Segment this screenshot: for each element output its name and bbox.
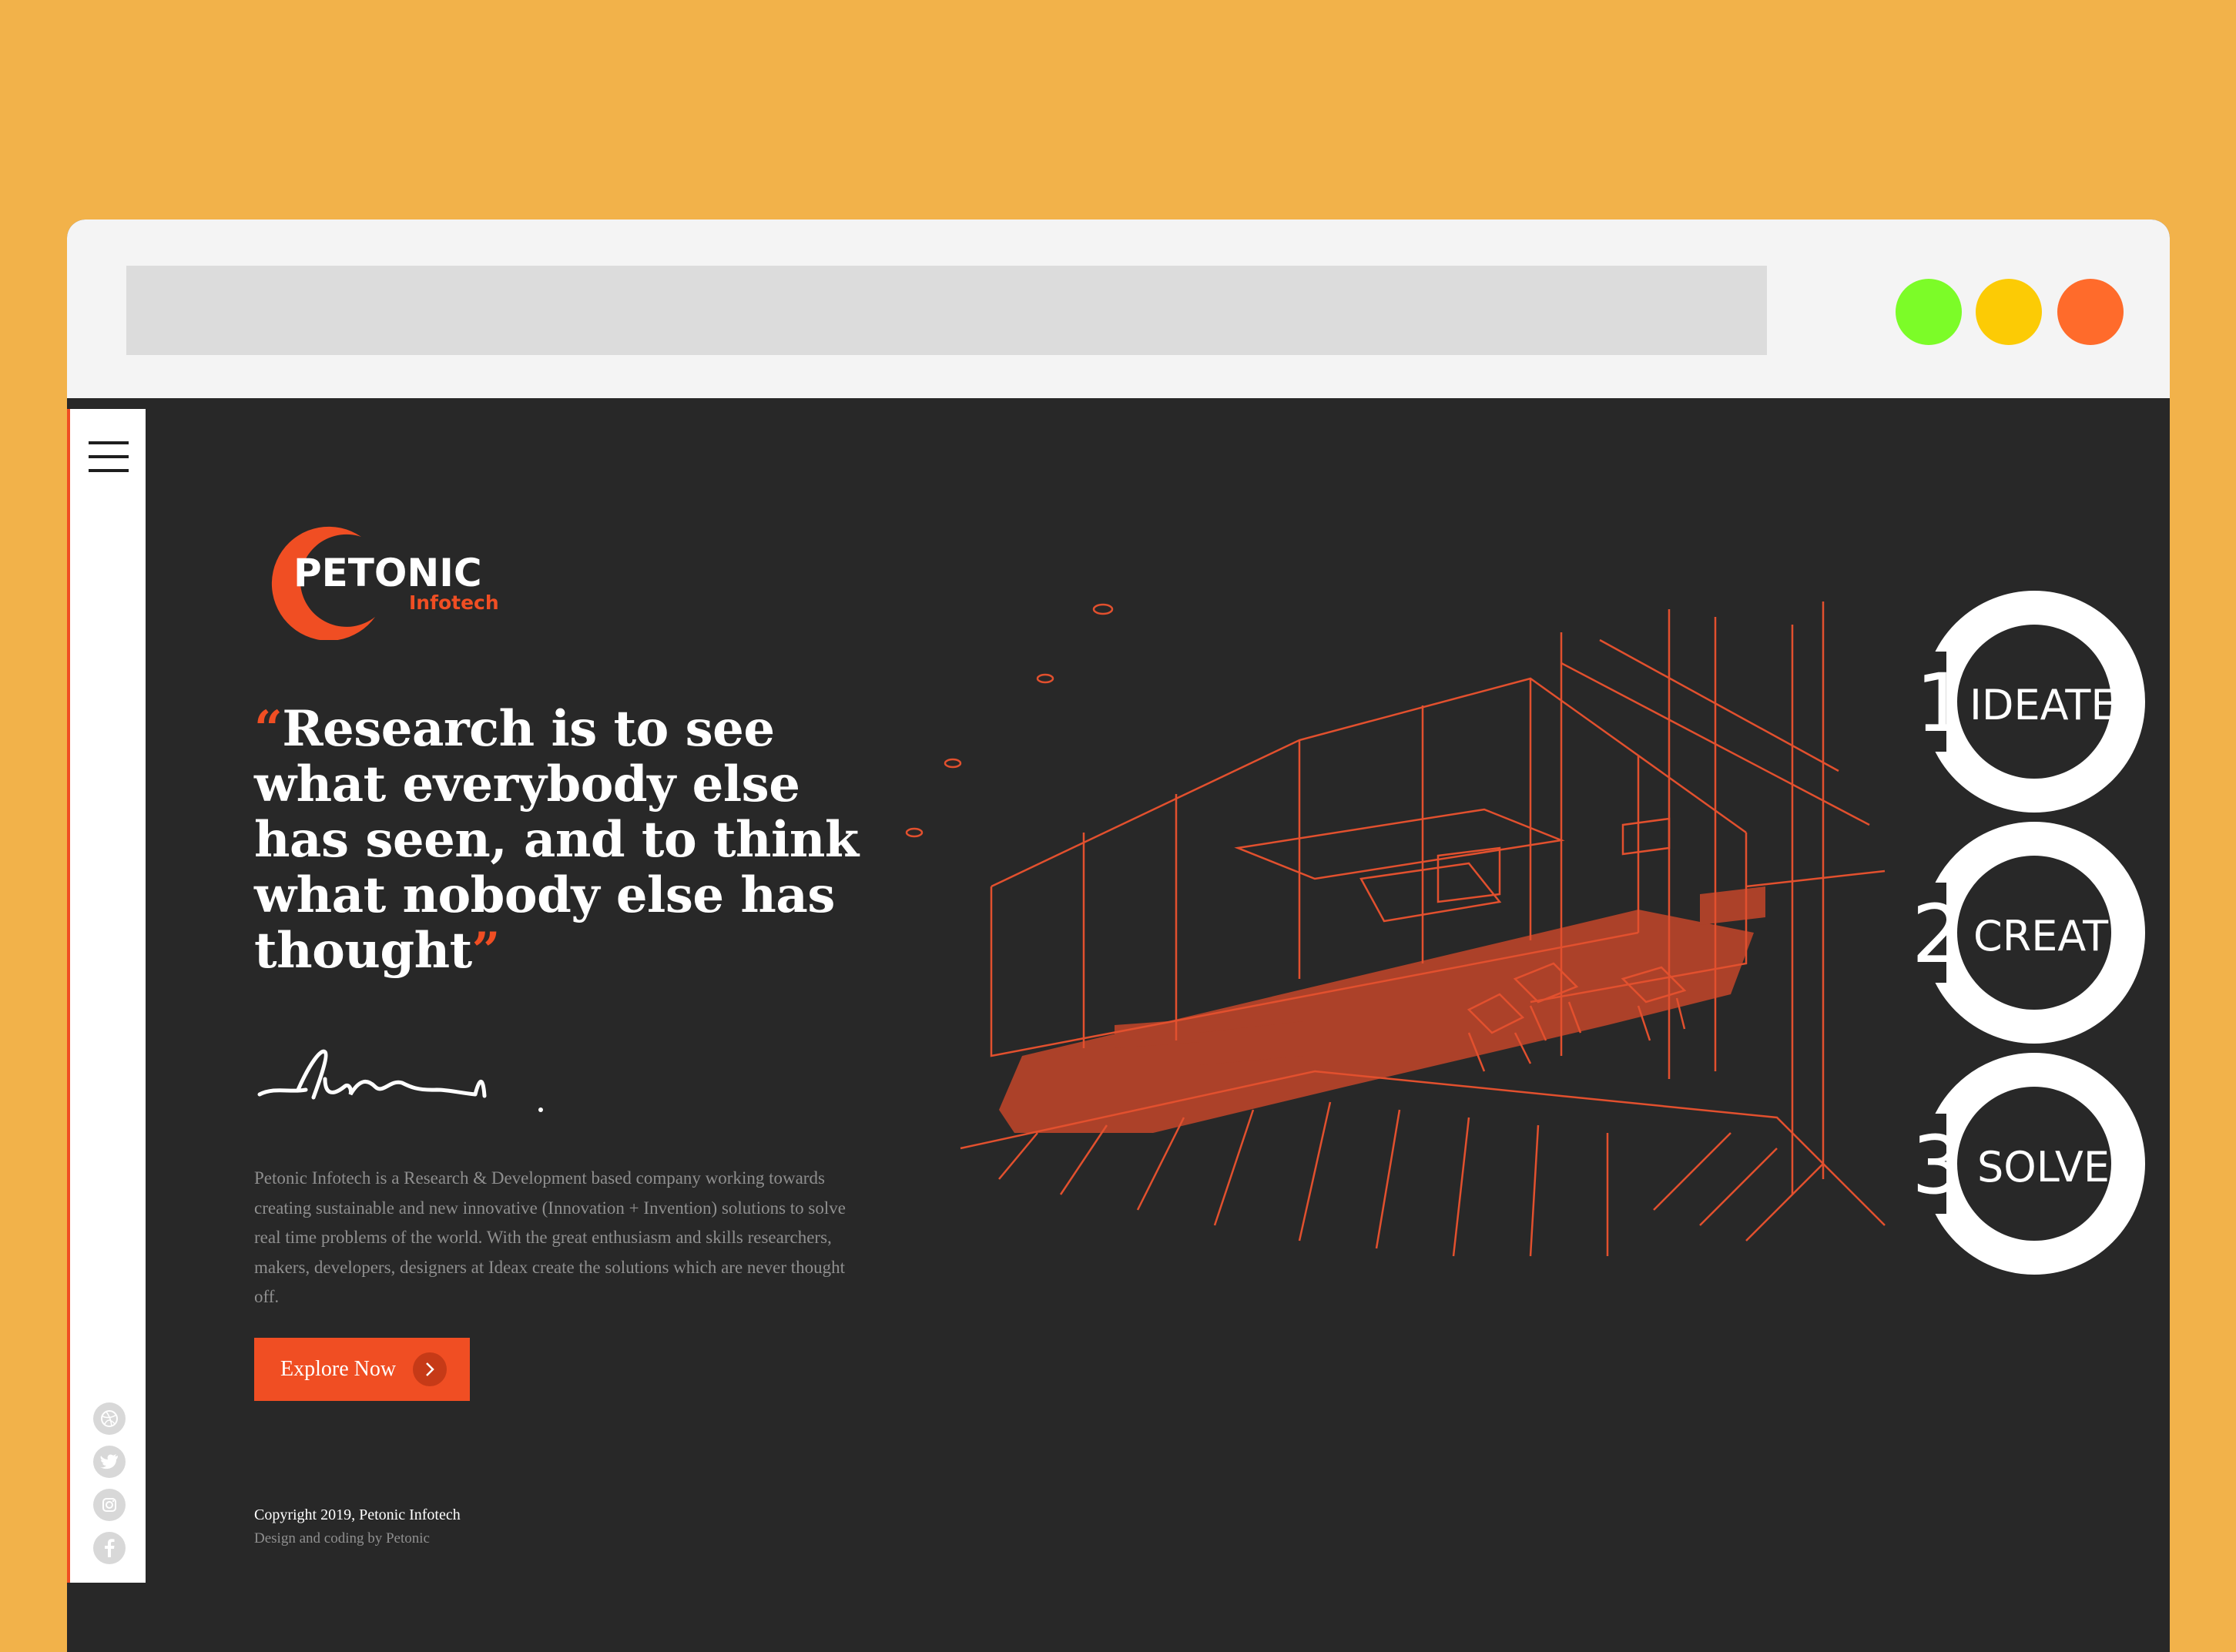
- menu-icon[interactable]: [89, 440, 129, 474]
- office-sketch-illustration: [905, 601, 1886, 1257]
- page-content: PETONIC Infotech “Research is to see what…: [67, 409, 2170, 1652]
- browser-window: PETONIC Infotech “Research is to see what…: [67, 219, 2170, 1652]
- facebook-icon[interactable]: [93, 1532, 126, 1564]
- sidebar: [67, 409, 146, 1583]
- quote-line-5: thought: [254, 922, 472, 980]
- step-2-number: 2: [1912, 887, 1963, 981]
- signature: [257, 1049, 543, 1112]
- window-control-green[interactable]: [1896, 279, 1962, 345]
- window-control-yellow[interactable]: [1976, 279, 2042, 345]
- step-1-number: 1: [1916, 656, 1966, 750]
- petonic-logo[interactable]: PETONIC Infotech: [253, 517, 531, 640]
- copyright-text: Copyright 2019, Petonic Infotech: [254, 1506, 461, 1523]
- quote-line-4: what nobody else has: [254, 866, 835, 924]
- browser-toolbar: [67, 219, 2170, 398]
- dribbble-icon[interactable]: [93, 1402, 126, 1435]
- step-1-label: IDEATE: [1969, 681, 2117, 729]
- quote-close-mark: ”: [471, 922, 501, 980]
- window-control-orange[interactable]: [2057, 279, 2124, 345]
- chevron-right-icon: [413, 1352, 447, 1386]
- quote-line-2: what everybody else: [254, 756, 800, 813]
- explore-now-button[interactable]: Explore Now: [254, 1338, 470, 1401]
- company-description: Petonic Infotech is a Research & Develop…: [254, 1168, 846, 1306]
- twitter-icon[interactable]: [93, 1446, 126, 1478]
- logo-subtitle: Infotech: [409, 591, 499, 614]
- hero-quote: “Research is to see what everybody else ha…: [254, 702, 870, 979]
- quote-open-mark: “: [254, 700, 283, 758]
- quote-line-1: Research is to see: [282, 700, 775, 758]
- logo-wordmark: PETONIC: [293, 551, 482, 595]
- quote-line-3: has seen, and to think: [254, 811, 859, 869]
- step-2-label: CREATE: [1973, 912, 2134, 960]
- steps-diagram: 1 IDEATE 2 CREATE 3 SOLVE: [1900, 591, 2145, 1275]
- step-3-label: SOLVE: [1977, 1143, 2110, 1191]
- explore-now-label: Explore Now: [280, 1357, 397, 1381]
- credit-text: Design and coding by Petonic: [254, 1530, 430, 1546]
- address-bar[interactable]: [126, 266, 1767, 355]
- instagram-icon[interactable]: [93, 1489, 126, 1521]
- step-3-number: 3: [1912, 1118, 1963, 1212]
